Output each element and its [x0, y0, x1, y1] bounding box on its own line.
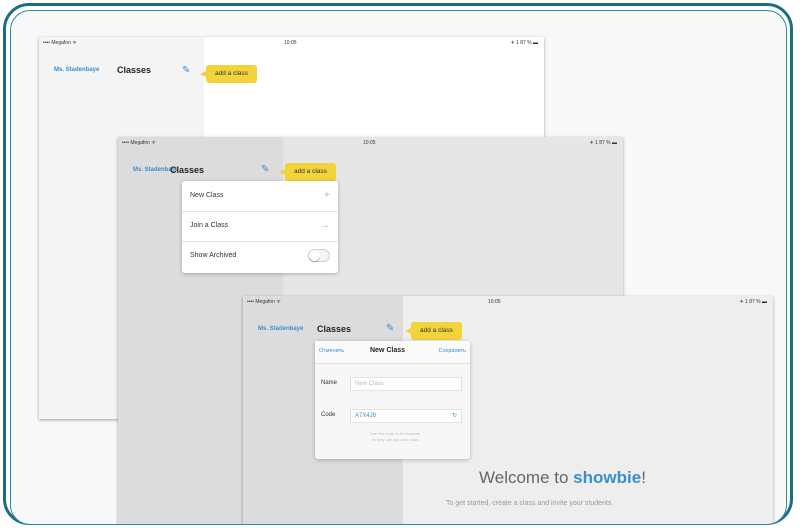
welcome-suffix: ! [641, 468, 646, 487]
pencil-icon[interactable]: ✎ [182, 66, 190, 76]
status-bar: •••• Megafon ᯤ 10:05 ✈ 1 87 % ▬ [118, 137, 623, 149]
code-hint: Use this code to let students do they ca… [345, 431, 445, 443]
welcome-subtitle: To get started, create a class and invit… [446, 500, 614, 507]
save-button[interactable]: Сохранить [439, 348, 466, 354]
battery-indicator: ✈ 1 87 % ▬ [510, 40, 538, 46]
add-class-callout: add a class [200, 65, 257, 83]
menu-item-new-class[interactable]: New Class + [182, 181, 338, 212]
hint-line-2: do they can join your class [371, 437, 419, 442]
battery-indicator: ✈ 1 87 % ▬ [739, 299, 767, 305]
new-class-form: Отменить New Class Сохранить Name New Cl… [315, 341, 470, 459]
add-class-callout: add a class [405, 322, 462, 340]
code-value: A7X4J8 [355, 413, 377, 419]
code-field: A7X4J8 ↻ [350, 409, 462, 423]
name-field[interactable]: New Class [350, 377, 462, 391]
form-header: Отменить New Class Сохранить [315, 341, 470, 364]
carrier-label: •••• Megafon ᯤ [43, 40, 77, 46]
welcome-prefix: Welcome to [479, 468, 574, 487]
pencil-icon[interactable]: ✎ [261, 165, 269, 175]
pencil-icon[interactable]: ✎ [386, 324, 394, 334]
clock: 10:05 [363, 140, 376, 146]
menu-item-join-class[interactable]: Join a Class → [182, 211, 338, 242]
screenshot-new-class: •••• Megafon ᯤ 10:05 ✈ 1 87 % ▬ Ms. Stad… [243, 296, 773, 524]
status-bar: •••• Megafon ᯤ 10:05 ✈ 1 87 % ▬ [243, 296, 773, 308]
clock: 10:05 [488, 299, 501, 305]
show-archived-toggle[interactable] [308, 249, 330, 262]
code-label: Code [321, 412, 336, 418]
add-class-menu: New Class + Join a Class → Show Archived [182, 181, 338, 273]
carrier-label: •••• Megafon ᯤ [247, 299, 281, 305]
menu-item-show-archived: Show Archived [182, 241, 338, 271]
teacher-name[interactable]: Ms. Stadenbaye [54, 67, 99, 73]
clock: 10:05 [284, 40, 297, 46]
welcome-heading: Welcome to showbie! [479, 468, 646, 488]
refresh-icon[interactable]: ↻ [452, 410, 457, 422]
plus-icon: + [323, 189, 330, 201]
carrier-label: •••• Megafon ᯤ [122, 140, 156, 146]
add-class-callout: add a class [279, 163, 336, 181]
menu-item-label: New Class [190, 192, 224, 199]
teacher-name[interactable]: Ms. Stadenbaye [258, 326, 303, 332]
page-title: Classes [317, 324, 352, 334]
page-title: Classes [170, 165, 205, 175]
menu-item-label: Join a Class [190, 222, 229, 229]
cancel-button[interactable]: Отменить [319, 348, 344, 354]
page-title: Classes [117, 65, 152, 75]
inner-frame: •••• Megafon ᯤ 10:05 ✈ 1 87 % ▬ Ms. Stad… [10, 10, 787, 525]
battery-indicator: ✈ 1 87 % ▬ [589, 140, 617, 146]
name-label: Name [321, 380, 338, 386]
arrow-right-icon: → [319, 219, 330, 231]
form-title: New Class [370, 347, 406, 354]
status-bar: •••• Megafon ᯤ 10:05 ✈ 1 87 % ▬ [39, 37, 544, 49]
menu-item-label: Show Archived [190, 252, 237, 259]
showbie-logo: showbie [573, 468, 642, 487]
